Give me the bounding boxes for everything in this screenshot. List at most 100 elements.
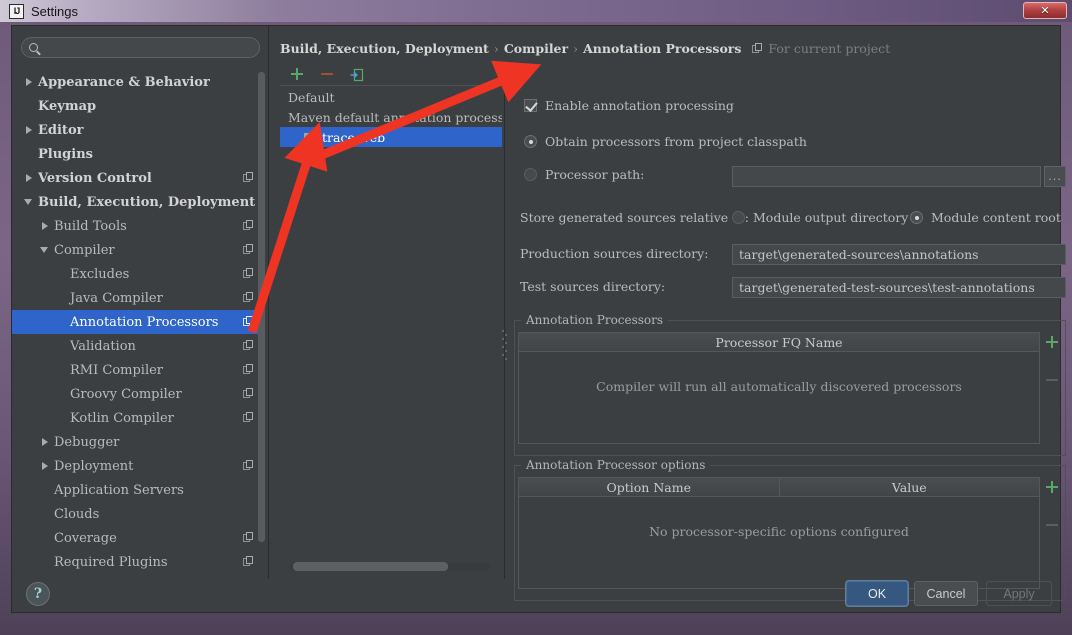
test-sources-input[interactable]: target\generated-test-sources\test-annot… <box>732 277 1066 298</box>
production-sources-input[interactable]: target\generated-sources\annotations <box>732 244 1066 265</box>
move-to-profile-icon[interactable] <box>350 67 364 81</box>
sidebar-item-label: Plugins <box>38 147 93 162</box>
search-box[interactable] <box>21 37 260 58</box>
chevron-right-icon[interactable] <box>40 221 50 231</box>
module-content-root-radio[interactable] <box>910 211 923 224</box>
add-profile-icon[interactable] <box>290 67 304 81</box>
profiles-hscrollbar-thumb[interactable] <box>293 562 448 571</box>
chevron-right-icon[interactable] <box>24 77 34 87</box>
sidebar-item-editor[interactable]: Editor <box>12 118 262 142</box>
sidebar-item-application-servers[interactable]: Application Servers <box>12 478 262 502</box>
processors-table[interactable]: Processor FQ Name Compiler will run all … <box>518 332 1040 444</box>
sidebar-item-keymap[interactable]: Keymap <box>12 94 262 118</box>
sidebar-item-compiler[interactable]: Compiler <box>12 238 262 262</box>
breadcrumb-part-2[interactable]: Annotation Processors <box>583 41 741 56</box>
settings-tree[interactable]: Appearance & Behavior Keymap Editor Plugins… <box>12 70 262 578</box>
breadcrumb-part-0[interactable]: Build, Execution, Deployment <box>280 41 489 56</box>
options-column-value[interactable]: Value <box>779 478 1040 496</box>
help-button[interactable]: ? <box>26 582 50 606</box>
profile-item[interactable]: Maven default annotation processor <box>280 107 502 127</box>
sidebar-item-coverage[interactable]: Coverage <box>12 526 262 550</box>
store-relative-label: Store generated sources relative to: <box>520 210 749 225</box>
tree-spacer <box>56 341 66 351</box>
enable-annotation-processing-row[interactable]: Enable annotation processing <box>524 98 734 113</box>
processor-path-browse-button[interactable]: ... <box>1044 166 1066 187</box>
sidebar-item-version-control[interactable]: Version Control <box>12 166 262 190</box>
chevron-down-icon[interactable] <box>40 245 50 255</box>
enable-annotation-processing-checkbox[interactable] <box>524 99 537 112</box>
window-titlebar: IJ Settings ✕ <box>0 0 1072 22</box>
sidebar-item-label: Editor <box>38 123 83 138</box>
sidebar-item-label: Application Servers <box>54 483 184 498</box>
sidebar-item-deployment[interactable]: Deployment <box>12 454 262 478</box>
profiles-panel: Default Maven default annotation processo… <box>280 62 502 579</box>
splitter-grip-icon[interactable] <box>502 330 508 360</box>
sidebar-item-kotlin-compiler[interactable]: Kotlin Compiler <box>12 406 262 430</box>
add-processor-icon[interactable] <box>1044 334 1060 350</box>
ok-button[interactable]: OK <box>846 581 908 606</box>
processors-column-fqname[interactable]: Processor FQ Name <box>519 333 1039 351</box>
profile-item[interactable]: trace-web <box>280 127 502 147</box>
sidebar-item-clouds[interactable]: Clouds <box>12 502 262 526</box>
sidebar-item-rmi-compiler[interactable]: RMI Compiler <box>12 358 262 382</box>
sidebar-item-groovy-compiler[interactable]: Groovy Compiler <box>12 382 262 406</box>
processor-path-radio[interactable] <box>524 168 537 181</box>
module-output-directory-row[interactable]: Module output directory <box>732 210 908 225</box>
search-input[interactable] <box>44 40 244 56</box>
profiles-hscrollbar[interactable] <box>290 562 490 571</box>
chevron-down-icon[interactable] <box>24 197 34 207</box>
close-icon[interactable]: ✕ <box>1023 2 1067 19</box>
sidebar-scrollbar[interactable] <box>258 72 265 572</box>
processor-path-label: Processor path: <box>545 167 644 182</box>
sidebar-item-appearance-behavior[interactable]: Appearance & Behavior <box>12 70 262 94</box>
project-level-icon <box>243 364 254 375</box>
sidebar-item-required-plugins[interactable]: Required Plugins <box>12 550 262 574</box>
remove-profile-icon[interactable] <box>320 67 334 81</box>
production-sources-label: Production sources directory: <box>520 246 708 261</box>
sidebar-item-label: Compiler <box>54 243 115 258</box>
module-content-root-row[interactable]: Module content root <box>910 210 1061 225</box>
sidebar-item-debugger[interactable]: Debugger <box>12 430 262 454</box>
annotation-processors-group-title: Annotation Processors <box>521 313 668 327</box>
panel-splitter[interactable] <box>501 62 509 579</box>
obtain-from-classpath-row[interactable]: Obtain processors from project classpath <box>524 134 807 149</box>
sidebar-item-label: Java Compiler <box>70 291 163 306</box>
sidebar-item-build-execution-deployment[interactable]: Build, Execution, Deployment <box>12 190 262 214</box>
sidebar-item-java-compiler[interactable]: Java Compiler <box>12 286 262 310</box>
chevron-right-icon[interactable] <box>40 437 50 447</box>
processor-path-row[interactable]: Processor path: <box>524 167 644 182</box>
test-sources-label: Test sources directory: <box>520 279 665 294</box>
obtain-from-classpath-radio[interactable] <box>524 135 537 148</box>
sidebar-item-label: Required Plugins <box>54 555 168 570</box>
chevron-right-icon[interactable] <box>40 461 50 471</box>
production-sources-text: Production sources directory: <box>520 246 708 261</box>
module-output-directory-radio[interactable] <box>732 211 745 224</box>
breadcrumb-part-1[interactable]: Compiler <box>504 41 568 56</box>
tree-spacer <box>24 101 34 111</box>
project-level-icon <box>243 388 254 399</box>
options-table[interactable]: Option Name Value No processor-specific … <box>518 477 1040 589</box>
profile-item-label: Default <box>288 90 335 105</box>
sidebar-item-plugins[interactable]: Plugins <box>12 142 262 166</box>
sidebar-item-label: Appearance & Behavior <box>38 75 210 90</box>
sidebar-item-excludes[interactable]: Excludes <box>12 262 262 286</box>
cancel-button[interactable]: Cancel <box>914 581 978 606</box>
apply-button[interactable]: Apply <box>986 581 1052 606</box>
profiles-list[interactable]: Default Maven default annotation processo… <box>280 87 502 562</box>
processor-path-input[interactable] <box>732 166 1041 187</box>
profile-item[interactable]: Default <box>280 87 502 107</box>
project-scope-label: For current project <box>768 41 890 56</box>
module-output-directory-label: Module output directory <box>753 210 908 225</box>
add-option-icon[interactable] <box>1044 479 1060 495</box>
module-content-root-label: Module content root <box>931 210 1061 225</box>
sidebar-item-build-tools[interactable]: Build Tools <box>12 214 262 238</box>
remove-processor-icon <box>1044 372 1060 388</box>
chevron-right-icon[interactable] <box>24 173 34 183</box>
sidebar-item-annotation-processors[interactable]: Annotation Processors <box>12 310 262 334</box>
chevron-right-icon[interactable] <box>24 125 34 135</box>
project-level-icon <box>243 220 254 231</box>
project-level-icon <box>243 244 254 255</box>
sidebar-scrollbar-thumb[interactable] <box>258 72 265 542</box>
sidebar-item-validation[interactable]: Validation <box>12 334 262 358</box>
options-column-name[interactable]: Option Name <box>519 478 779 496</box>
